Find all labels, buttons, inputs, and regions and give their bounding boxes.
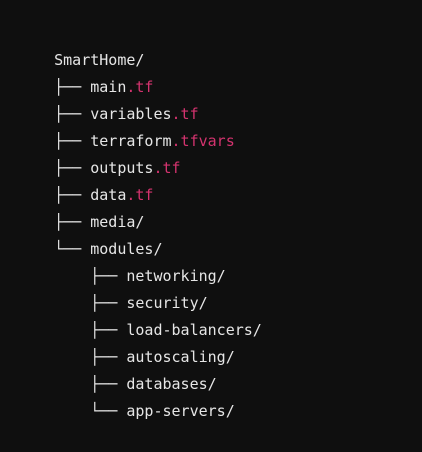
tree-item-name: modules/	[90, 240, 163, 258]
tree-item-extension: .tfvars	[171, 132, 235, 150]
tree-branch-connector: ├──	[54, 267, 127, 285]
tree-item-name: data	[90, 186, 127, 204]
tree-item-name: security/	[126, 294, 208, 312]
tree-item-extension: .tf	[126, 78, 154, 96]
tree-item-name: variables	[90, 105, 172, 123]
tree-branch-connector: └──	[54, 402, 127, 420]
tree-item-name: outputs	[90, 159, 154, 177]
tree-item-name: terraform	[90, 132, 172, 150]
tree-item-extension: .tf	[153, 159, 181, 177]
tree-item-extension: .tf	[171, 105, 199, 123]
tree-branch-connector: └──	[54, 240, 91, 258]
tree-branch-connector: ├──	[54, 132, 91, 150]
tree-item-name: load-balancers/	[126, 321, 262, 339]
tree-branch-connector: ├──	[54, 321, 127, 339]
tree-branch-connector: ├──	[54, 159, 91, 177]
tree-item-extension: .tf	[126, 186, 154, 204]
tree-item-name: main	[90, 78, 127, 96]
tree-root-label: SmartHome/	[54, 51, 145, 69]
tree-branch-connector: ├──	[54, 78, 91, 96]
tree-item-name: networking/	[126, 267, 226, 285]
tree-item-name: media/	[90, 213, 145, 231]
tree-root: SmartHome/	[18, 20, 414, 69]
tree-branch-connector: ├──	[54, 213, 91, 231]
file-tree: SmartHome/ ├── main.tf ├── variables.tf …	[18, 20, 414, 420]
tree-item-name: databases/	[126, 375, 217, 393]
tree-branch-connector: ├──	[54, 186, 91, 204]
tree-branch-connector: ├──	[54, 294, 127, 312]
tree-branch-connector: ├──	[54, 375, 127, 393]
tree-branch-connector: ├──	[54, 348, 127, 366]
tree-branch-connector: ├──	[54, 105, 91, 123]
tree-item-name: app-servers/	[126, 402, 235, 420]
tree-item-name: autoscaling/	[126, 348, 235, 366]
